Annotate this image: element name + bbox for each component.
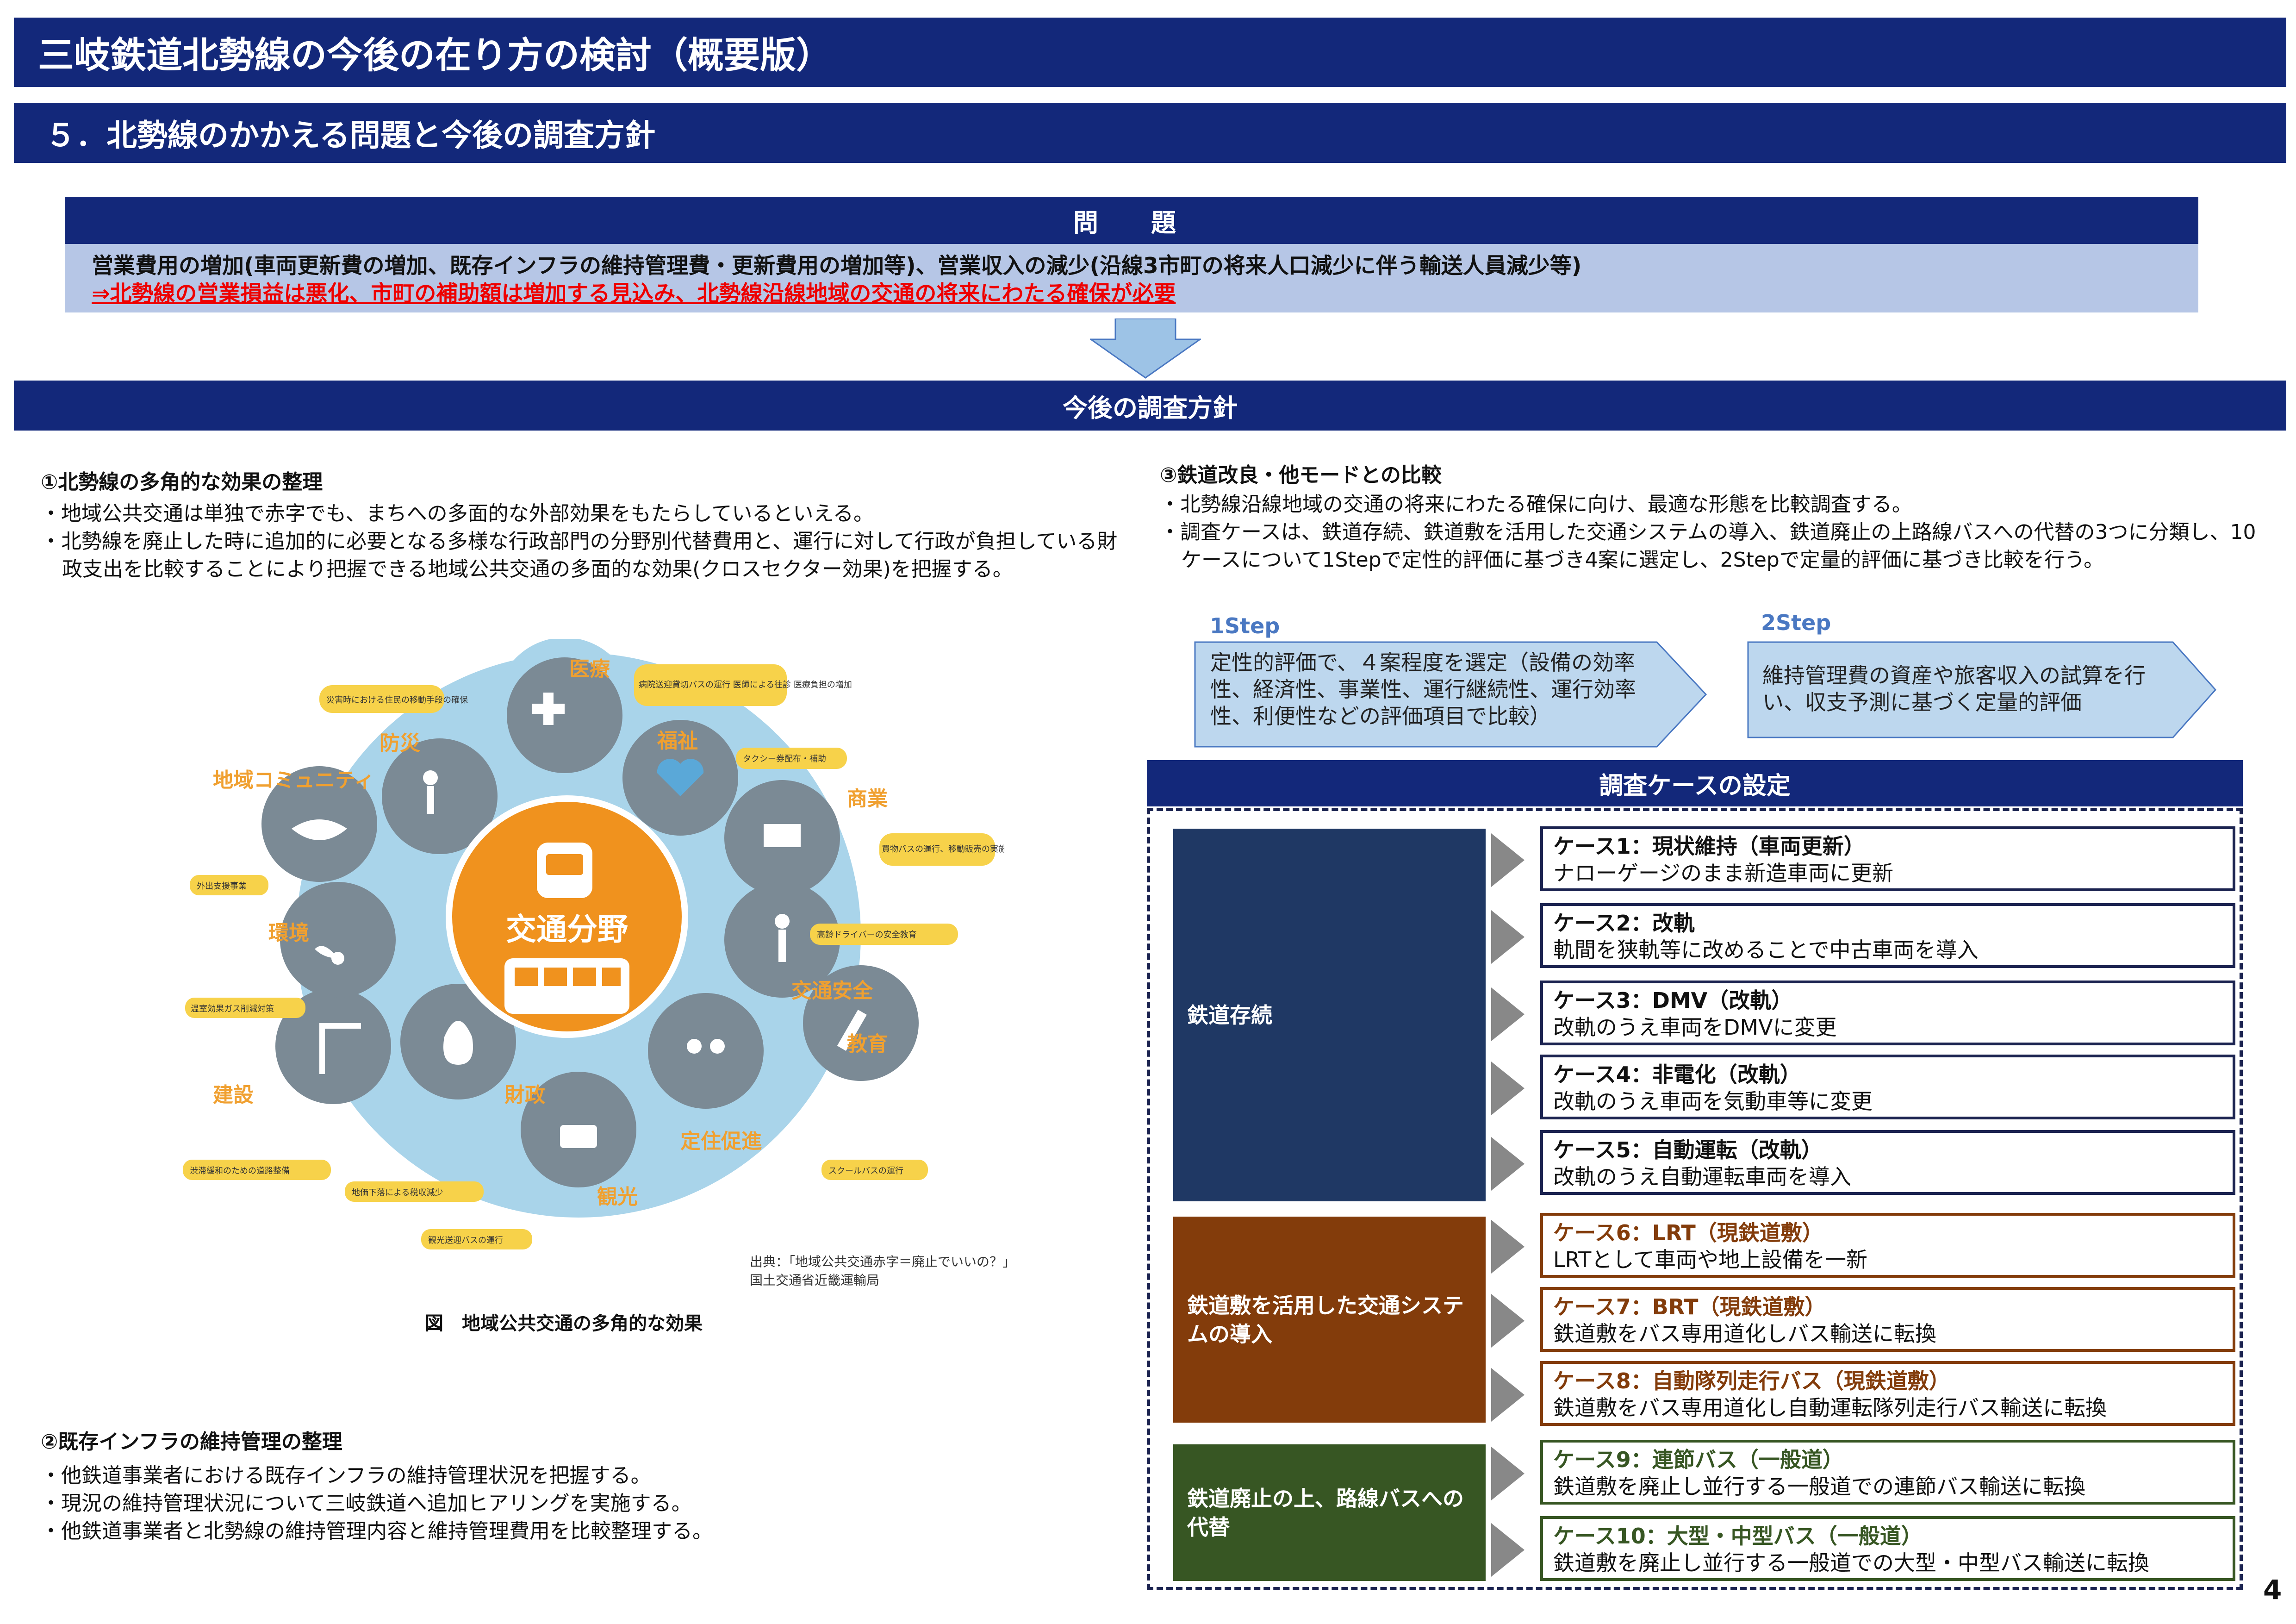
note-text: 渋滞緩和のための道路整備 xyxy=(190,1166,290,1176)
step2-text: 維持管理費の資産や旅客収入の試算を行い、収支予測に基づく定量的評価 xyxy=(1762,663,2146,715)
note-text: 観光送迎バスの運行 xyxy=(428,1236,503,1245)
case-item: ケース6：LRT（現鉄道敷） LRTとして車両や地上設備を一新 xyxy=(1540,1213,2235,1278)
arrow-icon xyxy=(1491,987,1524,1041)
sector-label: 環境 xyxy=(268,921,309,945)
section1-bullets: ・地域公共交通は単独で赤字でも、まちへの多面的な外部効果をもたらしているといえる… xyxy=(41,500,1119,583)
problem-heading: 問 題 xyxy=(65,197,2198,244)
section-heading: ５．北勢線のかかえる問題と今後の調査方針 xyxy=(14,103,2286,163)
bullet-item: ・他鉄道事業者における既存インフラの維持管理状況を把握する。 xyxy=(41,1464,651,1487)
page-number: 4 xyxy=(2263,1574,2282,1605)
category-bus: 鉄道廃止の上、路線バスへの代替 xyxy=(1173,1444,1486,1581)
cases-heading: 調査ケースの設定 xyxy=(1147,760,2243,806)
note-text: スクールバスの運行 xyxy=(828,1166,903,1176)
section1-title: ①北勢線の多角的な効果の整理 xyxy=(41,470,323,494)
sector-label: 教育 xyxy=(847,1032,888,1056)
sector-label: 建設 xyxy=(213,1083,254,1107)
sector-label: 交通安全 xyxy=(791,979,873,1003)
settlement-icon xyxy=(648,993,764,1109)
sector-label: 福祉 xyxy=(657,729,698,753)
case-item: ケース10：大型・中型バス（一般道） 鉄道敷を廃止し並行する一般道での大型・中型… xyxy=(1540,1516,2235,1581)
center-label: 交通分野 xyxy=(506,912,628,947)
section3-title: ③鉄道改良・他モードとの比較 xyxy=(1160,463,1442,487)
bullet-item: ・北勢線を廃止した時に追加的に必要となる多様な行政部門の分野別代替費用と、運行に… xyxy=(41,530,1118,581)
sector-label: 財政 xyxy=(504,1083,545,1107)
arrow-icon xyxy=(1491,1062,1524,1115)
note-text: 病院送迎貸切バスの運行 医師による往診 医療負担の増加 xyxy=(639,680,852,690)
category-rail: 鉄道存続 xyxy=(1173,829,1486,1201)
arrow-icon xyxy=(1491,1523,1524,1577)
note-text: 買物バスの運行、移動販売の実施 xyxy=(882,844,1004,854)
section2-title: ②既存インフラの維持管理の整理 xyxy=(41,1430,342,1454)
step1-text: 定性的評価で、４案程度を選定（設備の効率性、経済性、事業性、運行継続性、運行効率… xyxy=(1210,650,1636,729)
sector-label: 観光 xyxy=(597,1185,638,1209)
bullet-item: ・他鉄道事業者と北勢線の維持管理内容と維持管理費用を比較整理する。 xyxy=(41,1519,713,1543)
page-title: 三岐鉄道北勢線の今後の在り方の検討（概要版） xyxy=(14,18,2286,87)
note-text: 地価下落による税収減少 xyxy=(352,1188,443,1198)
arrow-icon xyxy=(1491,833,1524,887)
arrow-icon xyxy=(1491,1368,1524,1422)
bullet-item: ・現況の維持管理状況について三岐鉄道へ追加ヒアリングを実施する。 xyxy=(41,1492,692,1515)
case-item: ケース2：改軌 軌間を狭軌等に改めることで中古車両を導入 xyxy=(1540,903,2235,968)
step1-label: 1Step xyxy=(1210,613,1280,638)
section2-bullets: ・他鉄道事業者における既存インフラの維持管理状況を把握する。 ・現況の維持管理状… xyxy=(41,1462,1119,1545)
arrow-icon xyxy=(1491,1294,1524,1348)
diagram-caption: 図 地域公共交通の多角的な効果 xyxy=(425,1313,703,1334)
bullet-item: ・北勢線沿線地域の交通の将来にわたる確保に向け、最適な形態を比較調査する。 xyxy=(1160,493,1912,516)
note-text: 温室効果ガス削減対策 xyxy=(191,1004,274,1014)
policy-heading: 今後の調査方針 xyxy=(14,381,2286,431)
problem-line-1: 営業費用の増加(車両更新費の増加、既存インフラの維持管理費・更新費用の増加等)、… xyxy=(92,253,1582,279)
case-item: ケース3：DMV（改軌） 改軌のうえ車両をDMVに変更 xyxy=(1540,981,2235,1045)
case-item: ケース5：自動運転（改軌） 改軌のうえ自動運転車両を導入 xyxy=(1540,1130,2235,1195)
problem-body: 営業費用の増加(車両更新費の増加、既存インフラの維持管理費・更新費用の増加等)、… xyxy=(65,244,2198,312)
down-arrow-icon xyxy=(1090,319,1201,379)
case-item: ケース7：BRT（現鉄道敷） 鉄道敷をバス専用道化しバス輸送に転換 xyxy=(1540,1287,2235,1352)
case-item: ケース4：非電化（改軌） 改軌のうえ車両を気動車等に変更 xyxy=(1540,1055,2235,1119)
case-item: ケース9：連節バス（一般道） 鉄道敷を廃止し並行する一般道での連節バス輸送に転換 xyxy=(1540,1440,2235,1505)
note-text: 災害時における住民の移動手段の確保 xyxy=(326,695,468,705)
cross-sector-diagram: 交通分野 医療 福祉 商業 交通安全 教育 定住促進 観光 財政 建設 環境 地… xyxy=(183,639,1004,1249)
sector-label: 医療 xyxy=(569,657,610,681)
case-item: ケース8：自動隊列走行バス（現鉄道敷） 鉄道敷をバス専用道化し自動運転隊列走行バ… xyxy=(1540,1361,2235,1426)
sector-label: 商業 xyxy=(847,787,888,811)
section3-bullets: ・北勢線沿線地域の交通の将来にわたる確保に向け、最適な形態を比較調査する。 ・調… xyxy=(1160,491,2271,574)
sector-label: 地域コミュニティ xyxy=(213,768,374,792)
arrow-icon xyxy=(1491,1137,1524,1191)
note-text: タクシー券配布・補助 xyxy=(743,754,826,764)
sector-label: 防災 xyxy=(380,731,420,755)
note-text: 外出支援事業 xyxy=(197,881,247,891)
sector-label: 定住促進 xyxy=(680,1130,762,1153)
arrow-icon xyxy=(1491,1447,1524,1500)
bullet-item: ・地域公共交通は単独で赤字でも、まちへの多面的な外部効果をもたらしているといえる… xyxy=(41,502,874,525)
note-text: 高齢ドライバーの安全教育 xyxy=(817,930,917,940)
bullet-item: ・調査ケースは、鉄道存続、鉄道敷を活用した交通システムの導入、鉄道廃止の上路線バ… xyxy=(1160,520,2256,572)
arrow-icon xyxy=(1491,1220,1524,1274)
arrow-icon xyxy=(1491,910,1524,964)
category-railbed: 鉄道敷を活用した交通システムの導入 xyxy=(1173,1217,1486,1423)
case-item: ケース1：現状維持（車両更新） ナローゲージのまま新造車両に更新 xyxy=(1540,826,2235,891)
diagram-source: 出典：「地域公共交通赤字＝廃止でいいの？」 国土交通省近畿運輸局 xyxy=(750,1254,1016,1288)
step2-label: 2Step xyxy=(1761,610,1831,635)
problem-line-2: ⇒北勢線の営業損益は悪化、市町の補助額は増加する見込み、北勢線沿線地域の交通の将… xyxy=(92,281,1176,306)
